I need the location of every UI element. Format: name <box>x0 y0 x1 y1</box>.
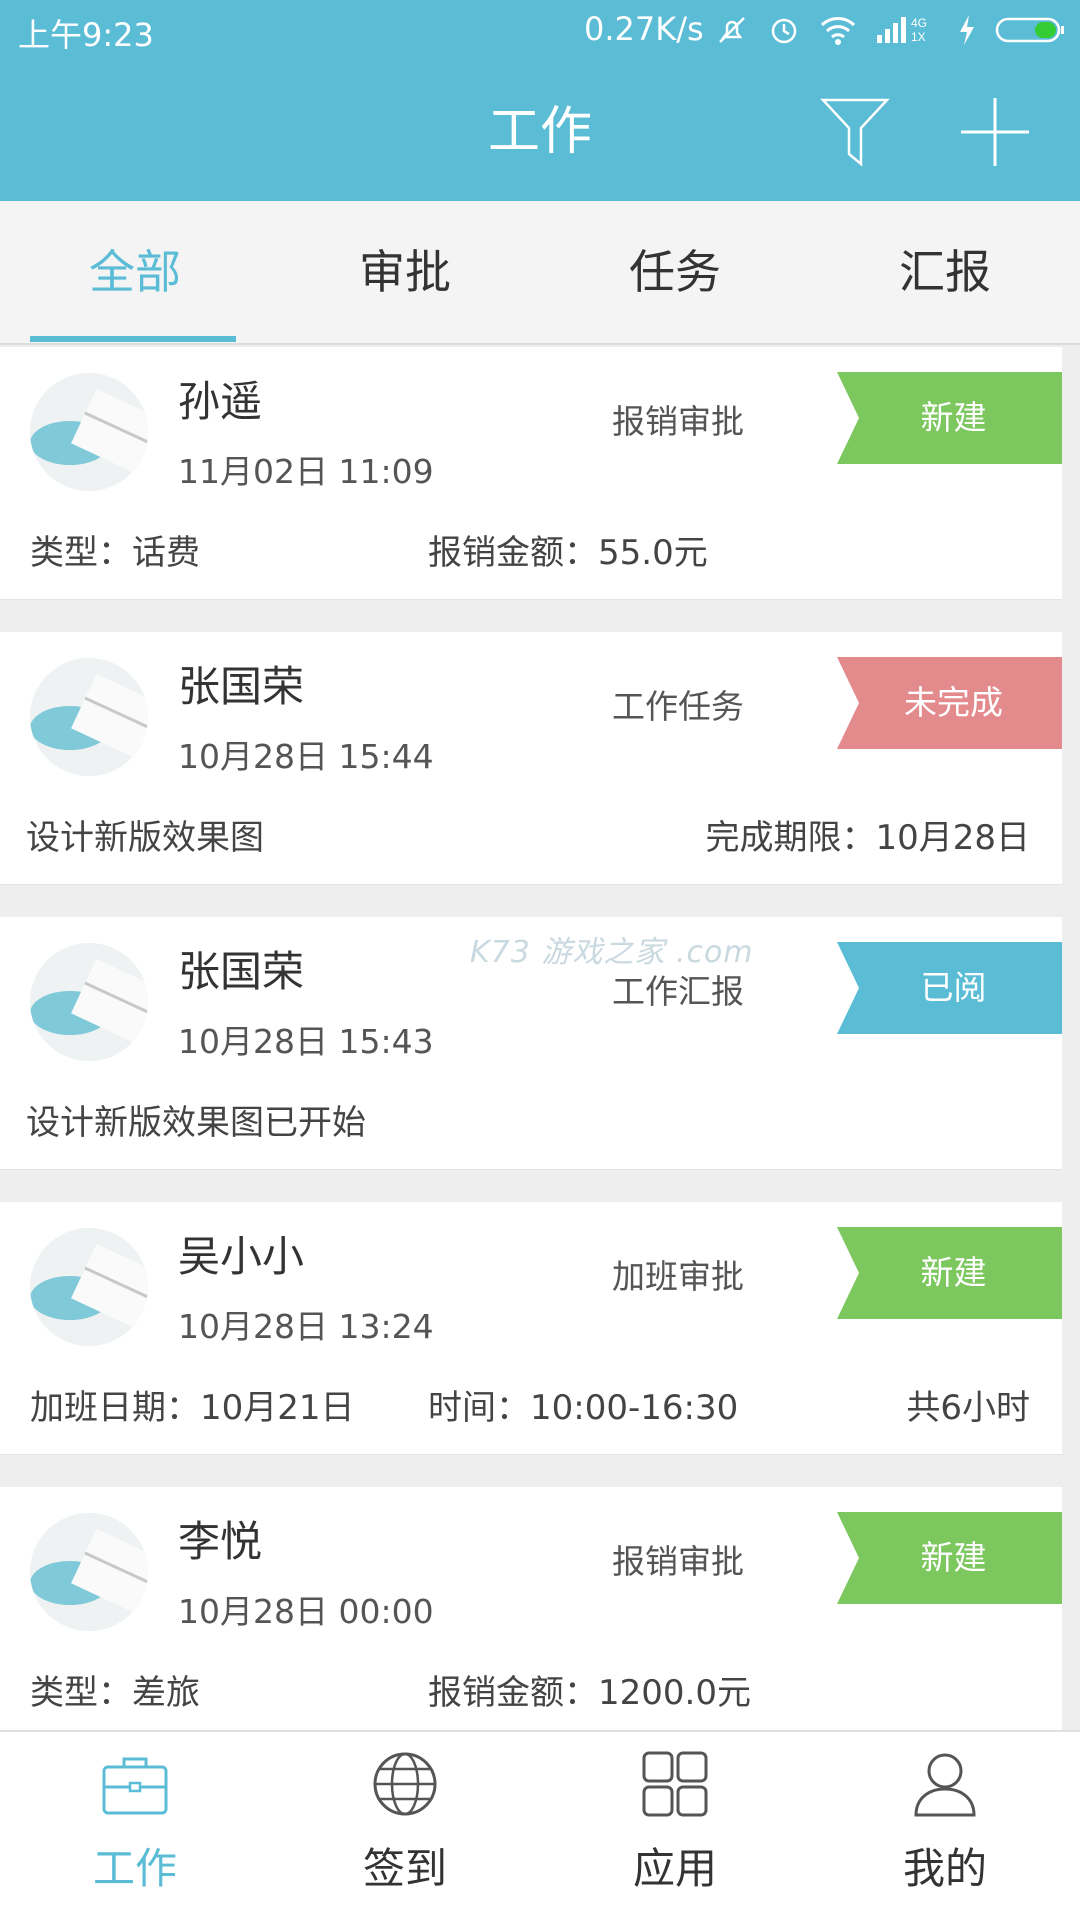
list-item[interactable]: 李悦 10月28日 00:00 报销审批 新建 类型：差旅 报销金额：1200.… <box>0 1487 1062 1740</box>
nav-label: 签到 <box>362 1844 447 1893</box>
nav-apps[interactable]: 应用 <box>540 1732 810 1920</box>
tab-all[interactable]: 全部 <box>0 201 270 343</box>
battery-icon <box>995 17 1064 43</box>
status-icons: 4G 1X <box>715 8 1065 52</box>
nav-label: 我的 <box>902 1844 987 1893</box>
sender-name: 张国荣 <box>178 947 305 996</box>
alarm-icon <box>771 18 797 44</box>
nav-mine[interactable]: 我的 <box>810 1732 1080 1920</box>
item-detail-amount: 报销金额：55.0元 <box>428 533 708 573</box>
item-deadline: 完成期限：10月28日 <box>705 818 1030 858</box>
status-badge: 新建 <box>837 372 1062 464</box>
plus-icon <box>961 98 1029 166</box>
item-detail-total: 共6小时 <box>906 1388 1030 1428</box>
wifi-icon <box>820 17 856 45</box>
status-time: 上午9:23 <box>18 16 154 54</box>
avatar <box>30 373 148 491</box>
app-header: 上午9:23 0.27K/s 4G 1X 工作 <box>0 0 1080 201</box>
nav-label: 应用 <box>632 1844 717 1893</box>
item-detail: 设计新版效果图 <box>26 818 264 858</box>
nav-work[interactable]: 工作 <box>0 1732 270 1920</box>
item-detail-time: 时间：10:00-16:30 <box>428 1388 739 1428</box>
person-icon <box>914 1753 976 1817</box>
avatar <box>30 943 148 1061</box>
item-date: 10月28日 00:00 <box>178 1592 434 1631</box>
item-date: 10月28日 15:43 <box>178 1022 434 1061</box>
svg-text:4G: 4G <box>911 16 927 30</box>
sender-name: 李悦 <box>178 1517 263 1566</box>
active-tab-indicator <box>30 336 236 342</box>
item-detail: 类型：差旅 <box>30 1673 200 1713</box>
item-detail: 设计新版效果图已开始 <box>26 1103 366 1143</box>
signal-4g-icon: 4G1X <box>877 16 927 44</box>
nav-checkin[interactable]: 签到 <box>270 1732 540 1920</box>
status-badge: 已阅 <box>837 942 1062 1034</box>
apps-grid-icon <box>642 1751 708 1817</box>
avatar <box>30 1513 148 1631</box>
charging-icon <box>960 15 974 45</box>
filter-button[interactable] <box>815 92 895 172</box>
item-detail: 加班日期：10月21日 <box>30 1388 355 1428</box>
mute-icon <box>719 17 745 43</box>
filter-icon <box>820 98 890 167</box>
item-type: 工作汇报 <box>612 972 744 1011</box>
item-type: 报销审批 <box>612 402 744 441</box>
svg-text:1X: 1X <box>911 30 926 44</box>
list-item[interactable]: 吴小小 10月28日 13:24 加班审批 新建 加班日期：10月21日 时间：… <box>0 1202 1062 1455</box>
status-badge: 新建 <box>837 1512 1062 1604</box>
page-title: 工作 <box>487 102 592 162</box>
tab-approval[interactable]: 审批 <box>270 201 540 343</box>
item-date: 11月02日 11:09 <box>178 452 434 491</box>
sender-name: 孙遥 <box>178 377 263 426</box>
item-date: 10月28日 15:44 <box>178 737 434 776</box>
add-button[interactable] <box>955 92 1035 172</box>
nav-label: 工作 <box>92 1844 177 1893</box>
tab-reports[interactable]: 汇报 <box>810 201 1080 343</box>
avatar <box>30 658 148 776</box>
status-badge: 未完成 <box>837 657 1062 749</box>
item-type: 工作任务 <box>612 687 744 726</box>
item-detail-amount: 报销金额：1200.0元 <box>428 1673 751 1713</box>
briefcase-icon <box>102 1757 168 1815</box>
status-bar: 上午9:23 0.27K/s 4G 1X <box>0 0 1080 60</box>
item-date: 10月28日 13:24 <box>178 1307 434 1346</box>
item-type: 报销审批 <box>612 1542 744 1581</box>
globe-icon <box>373 1752 437 1816</box>
list-item[interactable]: 孙遥 11月02日 11:09 报销审批 新建 类型：话费 报销金额：55.0元 <box>0 347 1062 600</box>
sender-name: 吴小小 <box>178 1232 305 1281</box>
tab-tasks[interactable]: 任务 <box>540 201 810 343</box>
item-detail: 类型：话费 <box>30 533 200 573</box>
avatar <box>30 1228 148 1346</box>
work-list: 孙遥 11月02日 11:09 报销审批 新建 类型：话费 报销金额：55.0元… <box>0 347 1062 1772</box>
watermark-text: K73 游戏之家 .com <box>470 935 754 970</box>
sender-name: 张国荣 <box>178 662 305 711</box>
item-type: 加班审批 <box>612 1257 744 1296</box>
bottom-nav: 工作 签到 应用 我的 <box>0 1730 1080 1920</box>
status-network-speed: 0.27K/s <box>584 10 704 48</box>
status-badge: 新建 <box>837 1227 1062 1319</box>
tab-bar: 全部 审批 任务 汇报 <box>0 201 1080 345</box>
list-item[interactable]: 张国荣 10月28日 15:44 工作任务 未完成 设计新版效果图 完成期限：1… <box>0 632 1062 885</box>
